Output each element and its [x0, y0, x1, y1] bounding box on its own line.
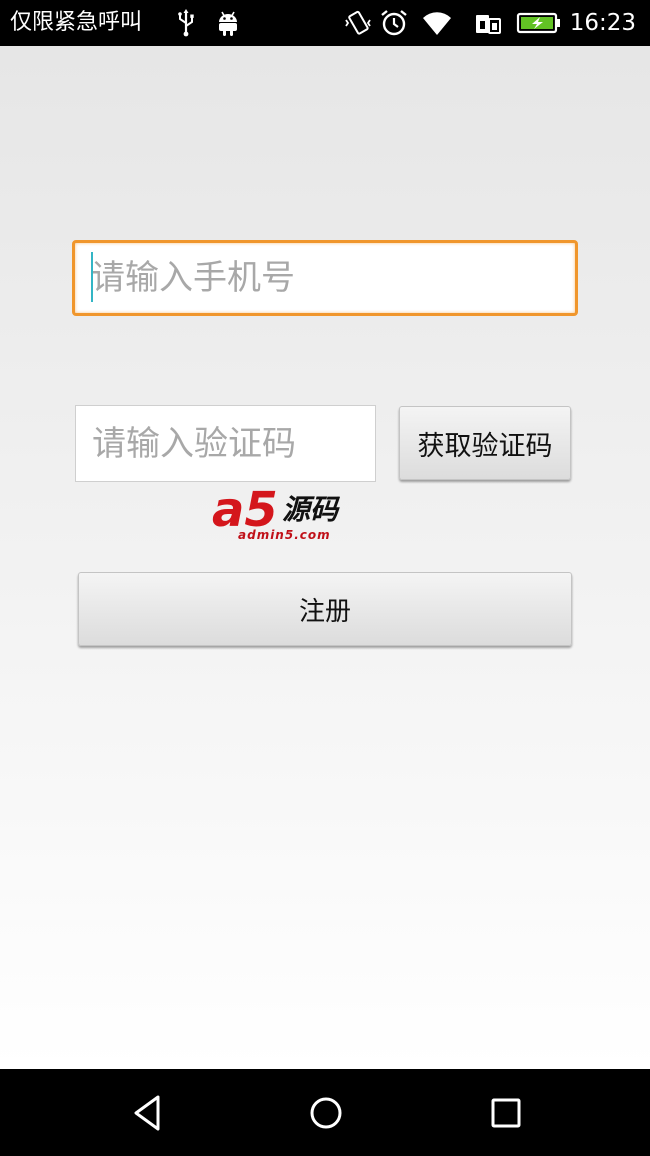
phone-number-input[interactable]	[72, 240, 578, 316]
navigation-bar	[0, 1069, 650, 1156]
recents-icon[interactable]	[484, 1091, 528, 1135]
sim-icon	[476, 15, 501, 34]
logo-url: admin5.com	[238, 528, 331, 542]
clock: 16:23	[569, 10, 636, 36]
status-bar: 仅限紧急呼叫 16:23	[0, 0, 650, 46]
watermark-logo: a5 源码 admin5.com	[204, 484, 350, 550]
android-debug-icon	[219, 11, 237, 36]
register-button[interactable]: 注册	[78, 572, 572, 646]
phone-screen: 仅限紧急呼叫 16:23 请输入手机号 请输入验证码 获取验证码 a5 源码 a…	[0, 0, 650, 1156]
alarm-icon	[381, 10, 407, 36]
vibrate-icon	[345, 10, 371, 35]
home-icon[interactable]	[304, 1091, 348, 1135]
back-icon[interactable]	[126, 1091, 170, 1135]
wifi-icon	[423, 12, 451, 35]
verification-code-input[interactable]	[75, 405, 376, 482]
carrier-text: 仅限紧急呼叫	[10, 10, 143, 35]
battery-charging-icon	[516, 12, 560, 34]
get-verification-code-button[interactable]: 获取验证码	[399, 406, 571, 480]
register-screen: 获取验证码 a5 源码 admin5.com 注册	[0, 46, 650, 1069]
logo-cn-text: 源码	[282, 493, 339, 526]
text-caret	[91, 252, 93, 302]
usb-icon	[178, 9, 194, 37]
